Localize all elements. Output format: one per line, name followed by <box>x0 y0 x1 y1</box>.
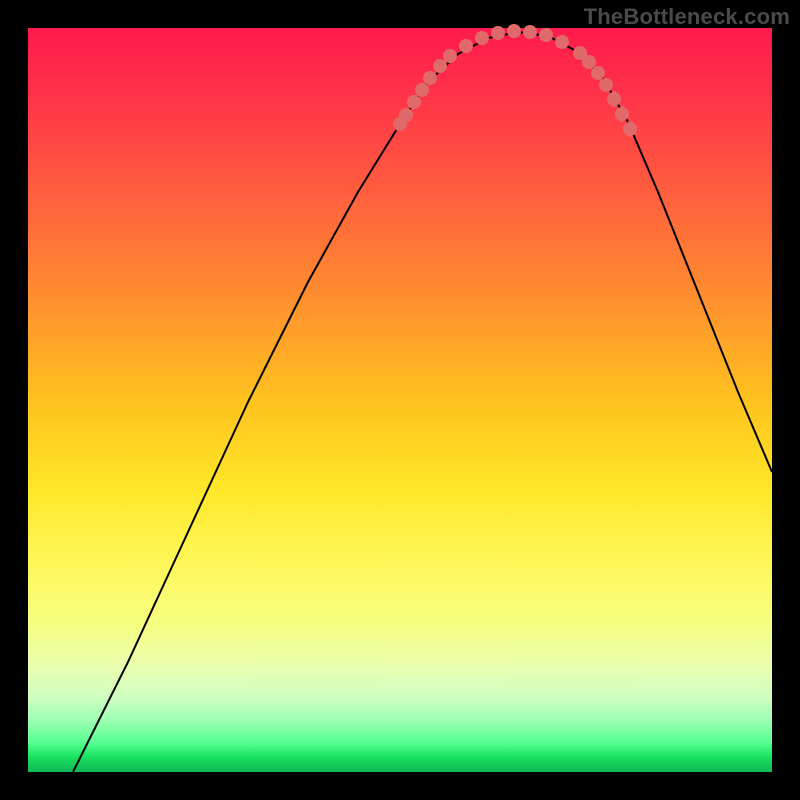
chart-frame: TheBottleneck.com <box>0 0 800 800</box>
marker-dot <box>399 108 413 122</box>
marker-dot <box>415 83 429 97</box>
marker-dot <box>591 66 605 80</box>
marker-dot <box>407 95 421 109</box>
marker-dot <box>539 28 553 42</box>
marker-dot <box>459 39 473 53</box>
marker-dot <box>423 71 437 85</box>
marker-dot <box>475 31 489 45</box>
marker-dot <box>555 35 569 49</box>
marker-dot <box>507 24 521 38</box>
marker-dot <box>491 26 505 40</box>
marker-dot <box>582 55 596 69</box>
marker-dot <box>599 78 613 92</box>
markers-right-arm <box>573 46 637 137</box>
marker-dot <box>443 49 457 63</box>
plot-area <box>28 28 772 772</box>
bottleneck-curve-path <box>73 32 772 772</box>
marker-dot <box>433 59 447 73</box>
bottleneck-curve-svg <box>28 28 772 772</box>
markers-left-arm <box>393 49 457 131</box>
watermark-text: TheBottleneck.com <box>584 4 790 30</box>
marker-dot <box>523 25 537 39</box>
